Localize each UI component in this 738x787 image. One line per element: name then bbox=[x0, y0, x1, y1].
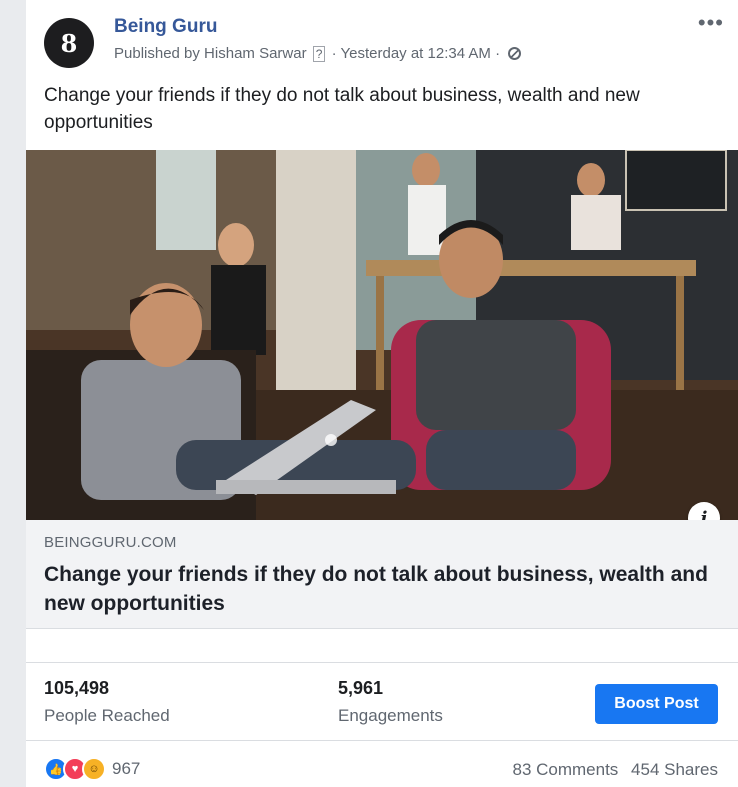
link-title[interactable]: Change your friends if they do not talk … bbox=[44, 560, 724, 618]
cafe-photo bbox=[26, 150, 738, 520]
left-margin bbox=[0, 0, 26, 787]
published-by[interactable]: Published by Hisham Sarwar bbox=[114, 45, 307, 62]
post-text: Change your friends if they do not talk … bbox=[44, 85, 640, 133]
page-avatar[interactable]: 8 bbox=[44, 18, 94, 68]
people-reached-label: People Reached bbox=[44, 706, 170, 725]
avatar-logo: 8 bbox=[60, 28, 78, 58]
globe-icon bbox=[508, 47, 522, 60]
engagements-label[interactable]: Engagements bbox=[338, 706, 443, 726]
engagements-value[interactable]: 5,961 bbox=[338, 678, 383, 699]
comments-link[interactable]: 83 Comments bbox=[512, 760, 618, 779]
divider bbox=[26, 740, 738, 741]
post-timestamp[interactable]: · Yesterday at 12:34 AM · bbox=[332, 45, 500, 62]
help-icon[interactable]: ? bbox=[312, 46, 326, 62]
post-card: 8 Being Guru Published by Hisham Sarwar … bbox=[26, 0, 738, 787]
boost-post-button[interactable]: Boost Post bbox=[595, 684, 718, 724]
shares-link[interactable]: 454 Shares bbox=[631, 760, 718, 779]
link-domain: BEINGGURU.COM bbox=[44, 534, 177, 551]
reactions-summary[interactable]: 👍 ♥ ☺ 967 bbox=[44, 757, 140, 781]
link-preview[interactable]: BEINGGURU.COM Change your friends if the… bbox=[26, 520, 738, 629]
link-preview-image[interactable]: i bbox=[26, 150, 738, 520]
haha-reaction-icon: ☺ bbox=[82, 757, 106, 781]
divider bbox=[26, 662, 738, 663]
people-reached-value: 105,498 bbox=[44, 678, 110, 698]
reaction-count: 967 bbox=[112, 759, 141, 778]
page-name-link[interactable]: Being Guru bbox=[114, 16, 217, 38]
engagement-links: 83 Comments 454 Shares bbox=[504, 760, 718, 780]
more-options-icon[interactable]: ••• bbox=[698, 10, 724, 36]
post-meta: Published by Hisham Sarwar ? · Yesterday… bbox=[114, 45, 522, 62]
